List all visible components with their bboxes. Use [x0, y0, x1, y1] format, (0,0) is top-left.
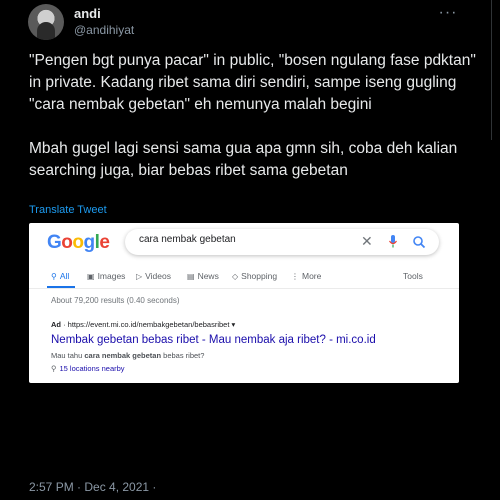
search-input: [139, 234, 339, 245]
divider: [29, 288, 459, 289]
search-tabs: ⚲ All ▣ Images ▷ Videos ▤ News ◇ Shopping ⋮ Mo…: [29, 269, 459, 288]
more-options-icon[interactable]: ···: [436, 4, 460, 24]
tab-shopping: ◇ Shopping: [232, 271, 278, 281]
tweet-timestamp[interactable]: 2:57 PM · Dec 4, 2021 ·: [29, 480, 156, 494]
chevron-down-icon: ▾: [231, 320, 236, 329]
tab-videos: ▷ Videos: [136, 271, 171, 281]
results-stats: About 79,200 results (0.40 seconds): [51, 296, 180, 305]
search-icon: ⚲: [51, 271, 57, 281]
dark-area: [0, 383, 500, 473]
author-name[interactable]: andi: [74, 6, 101, 21]
tab-images: ▣ Images: [87, 271, 126, 281]
google-logo: Google: [47, 232, 110, 253]
tab-news: ▤ News: [187, 271, 219, 281]
tweet-text: "Pengen bgt punya pacar" in public, "bos…: [29, 52, 476, 179]
close-icon: ✕: [361, 233, 373, 249]
tab-tools: Tools: [403, 271, 423, 281]
video-icon: ▷: [136, 271, 143, 281]
divider: [491, 0, 500, 140]
author-handle[interactable]: @andihiyat: [74, 23, 134, 37]
ad-description: Mau tahu cara nembak gebetan bebas ribet…: [51, 351, 205, 360]
ad-url-line: Ad · https://event.mi.co.id/nembakgebeta…: [51, 320, 236, 329]
ad-url: https://event.mi.co.id/nembakgebetan/beb…: [67, 320, 230, 329]
tab-more: ⋮ More: [291, 271, 322, 281]
news-icon: ▤: [187, 271, 195, 281]
ad-title: Nembak gebetan bebas ribet - Mau nembak …: [51, 334, 376, 346]
image-icon: ▣: [87, 271, 95, 281]
tweet: andi @andihiyat ··· "Pengen bgt punya pa…: [0, 0, 500, 500]
mic-icon: [389, 235, 397, 248]
attached-image[interactable]: Google ✕ ⚲All ▣Images ▷Videos ▤News ◇Sho…: [29, 223, 459, 383]
translate-link[interactable]: Translate Tweet: [29, 204, 107, 216]
ad-location: ⚲ 15 locations nearby: [51, 364, 125, 373]
more-icon: ⋮: [291, 271, 299, 281]
avatar[interactable]: [28, 4, 64, 40]
ad-label: Ad: [51, 320, 61, 329]
tag-icon: ◇: [232, 271, 239, 281]
search-box: ✕: [125, 229, 439, 255]
location-pin-icon: ⚲: [51, 364, 57, 373]
tab-all: ⚲ All: [51, 271, 70, 281]
search-icon: [413, 236, 426, 249]
